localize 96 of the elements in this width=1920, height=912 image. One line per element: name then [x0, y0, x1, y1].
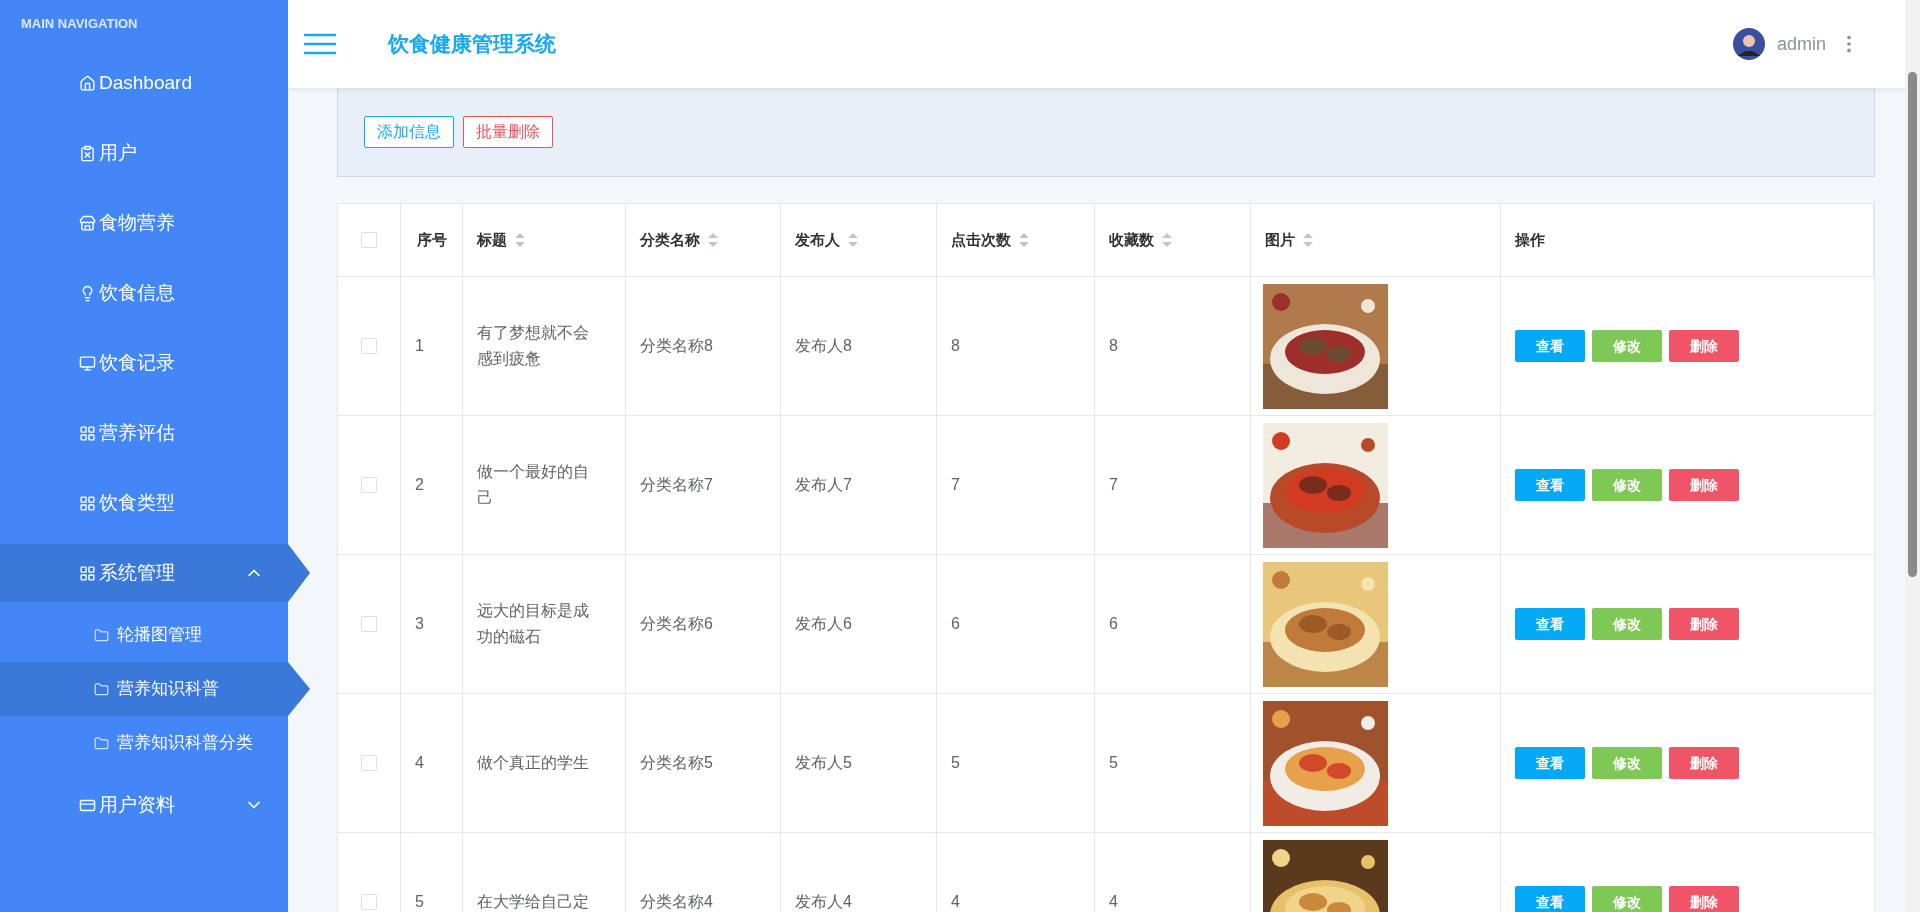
checkbox[interactable]: [361, 616, 377, 632]
user-name[interactable]: admin: [1776, 30, 1826, 58]
menu-icon[interactable]: [304, 33, 336, 55]
table-cell-text: 3: [415, 614, 424, 634]
edit-button[interactable]: 修改: [1592, 608, 1662, 640]
table-cell-text: 发布人4: [795, 892, 852, 912]
folder-icon: [94, 681, 109, 697]
nav-icon: [79, 494, 96, 512]
nav-icon: [79, 424, 96, 442]
scrollbar-thumb[interactable]: [1908, 72, 1917, 577]
nav-item[interactable]: Dashboard: [0, 54, 288, 112]
sidebar-heading: MAIN NAVIGATION: [20, 15, 139, 33]
delete-button[interactable]: 删除: [1669, 747, 1739, 779]
table-cell-text: 4: [415, 753, 424, 773]
column-header[interactable]: 点击次数: [951, 228, 1029, 252]
table-cell-text: 在大学给自己定: [477, 892, 589, 912]
checkbox[interactable]: [361, 477, 377, 493]
nav-subitem[interactable]: 营养知识科普: [0, 662, 310, 716]
checkbox[interactable]: [361, 338, 377, 354]
nav-subitem[interactable]: 轮播图管理: [0, 608, 288, 662]
folder-icon: [94, 735, 109, 751]
nav-item[interactable]: 用户: [0, 124, 288, 182]
table-cell-text: 8: [1109, 336, 1118, 356]
nav-icon: [79, 354, 96, 372]
table-cell-text: 4: [1109, 892, 1118, 912]
avatar[interactable]: [1732, 28, 1765, 60]
table-cell-text: 分类名称7: [640, 475, 713, 495]
table-cell-text: 分类名称8: [640, 336, 713, 356]
table-cell-text: 发布人5: [795, 753, 852, 773]
view-button[interactable]: 查看: [1515, 330, 1585, 362]
folder-icon: [94, 627, 109, 643]
column-header[interactable]: 图片: [1265, 228, 1313, 252]
table-cell-text: 发布人7: [795, 475, 852, 495]
delete-button[interactable]: 删除: [1669, 886, 1739, 912]
table-cell-text: 5: [951, 753, 960, 773]
table-cell-text: 分类名称6: [640, 614, 713, 634]
table-cell-text: 4: [951, 892, 960, 912]
nav-item[interactable]: 饮食信息: [0, 264, 288, 322]
table-cell-text: 5: [1109, 753, 1118, 773]
view-button[interactable]: 查看: [1515, 747, 1585, 779]
delete-button[interactable]: 删除: [1669, 608, 1739, 640]
nav-icon: [79, 564, 96, 582]
nav-item[interactable]: 饮食记录: [0, 334, 288, 392]
column-header[interactable]: 操作: [1515, 228, 1545, 252]
sort-icon[interactable]: [708, 233, 718, 247]
sort-icon[interactable]: [1019, 233, 1029, 247]
nav-icon: [79, 214, 96, 232]
table-cell-text: 做一个最好的自己: [477, 462, 590, 508]
nav-subitem[interactable]: 营养知识科普分类: [0, 716, 288, 770]
table-cell-text: 8: [951, 336, 960, 356]
nav-icon: [79, 74, 96, 92]
table-cell-text: 7: [1109, 475, 1118, 495]
view-button[interactable]: 查看: [1515, 469, 1585, 501]
table-cell-text: 7: [951, 475, 960, 495]
scrollbar[interactable]: [1905, 0, 1920, 912]
sort-icon[interactable]: [1162, 233, 1172, 247]
table-cell-text: 有了梦想就不会感到疲惫: [477, 323, 590, 369]
nav-item[interactable]: 食物营养: [0, 194, 288, 252]
view-button[interactable]: 查看: [1515, 608, 1585, 640]
table-cell-text: 发布人8: [795, 336, 852, 356]
batch-delete-button[interactable]: 批量删除: [463, 116, 553, 148]
delete-button[interactable]: 删除: [1669, 469, 1739, 501]
checkbox[interactable]: [361, 232, 377, 248]
add-button[interactable]: 添加信息: [364, 116, 454, 148]
sort-icon[interactable]: [515, 233, 525, 247]
edit-button[interactable]: 修改: [1592, 469, 1662, 501]
nav-item[interactable]: 饮食类型: [0, 474, 288, 532]
table-cell-text: 1: [415, 336, 424, 356]
nav-icon: [79, 144, 96, 162]
edit-button[interactable]: 修改: [1592, 747, 1662, 779]
column-header[interactable]: 收藏数: [1109, 228, 1172, 252]
nav-item[interactable]: 系统管理: [0, 544, 310, 602]
delete-button[interactable]: 删除: [1669, 330, 1739, 362]
edit-button[interactable]: 修改: [1592, 886, 1662, 912]
view-button[interactable]: 查看: [1515, 886, 1585, 912]
column-header[interactable]: 序号: [416, 228, 447, 252]
nav-item[interactable]: 用户资料: [0, 776, 288, 834]
column-header[interactable]: 发布人: [795, 228, 858, 252]
table-cell-text: 远大的目标是成功的磁石: [477, 601, 590, 647]
table-cell-text: 6: [1109, 614, 1118, 634]
table-cell-text: 2: [415, 475, 424, 495]
nav-item[interactable]: 营养评估: [0, 404, 288, 462]
edit-button[interactable]: 修改: [1592, 330, 1662, 362]
table-cell-text: 5: [415, 892, 424, 912]
table-cell-text: 发布人6: [795, 614, 852, 634]
column-header[interactable]: 分类名称: [640, 228, 718, 252]
app-title: 饮食健康管理系统: [388, 31, 556, 58]
sort-icon[interactable]: [1303, 233, 1313, 247]
table-cell-text: 分类名称5: [640, 753, 713, 773]
column-header[interactable]: 标题: [477, 228, 525, 252]
checkbox[interactable]: [361, 755, 377, 771]
table-cell-text: 做个真正的学生: [477, 753, 589, 773]
table-cell-text: 分类名称4: [640, 892, 713, 912]
checkbox[interactable]: [361, 894, 377, 910]
sort-icon[interactable]: [848, 233, 858, 247]
table-cell-text: 6: [951, 614, 960, 634]
